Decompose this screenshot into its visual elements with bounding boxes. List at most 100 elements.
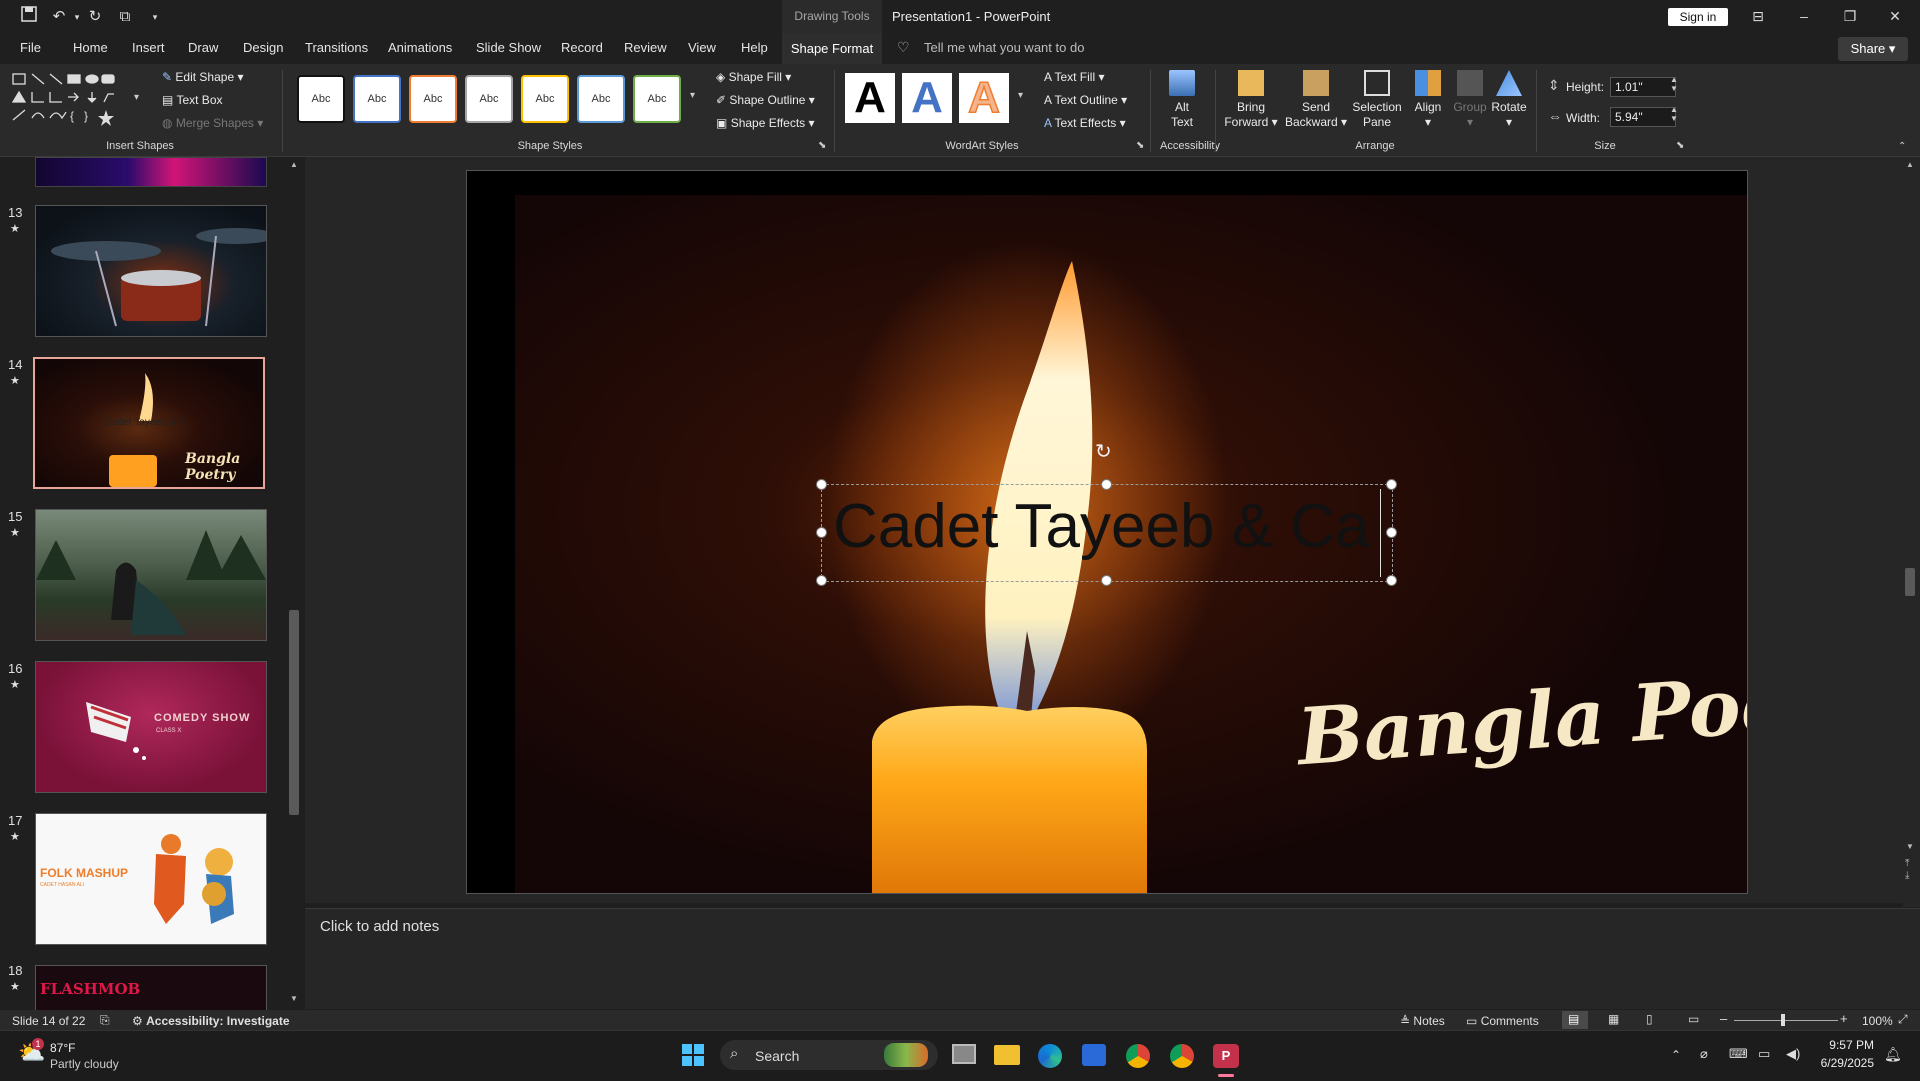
clock-time[interactable]: 9:57 PM	[1816, 1038, 1874, 1052]
chrome-profile-icon[interactable]	[1170, 1044, 1194, 1068]
slide-scrollbar[interactable]	[1903, 157, 1920, 907]
tab-animations[interactable]: Animations	[388, 40, 452, 55]
width-spinner[interactable]: ▲ ▼	[1670, 105, 1678, 123]
selection-pane-button[interactable]: Selection Pane	[1350, 70, 1404, 130]
shape-effects-button[interactable]: ▣ Shape Effects ▾	[716, 116, 815, 130]
shape-style-swatch-4[interactable]: Abc	[465, 75, 513, 123]
resize-handle-top-left[interactable]	[816, 479, 827, 490]
text-fill-button[interactable]: A Text Fill ▾	[1044, 70, 1105, 84]
wordart-style-black[interactable]: A	[845, 73, 895, 123]
chrome-icon[interactable]	[1126, 1044, 1150, 1068]
tab-draw[interactable]: Draw	[188, 40, 218, 55]
close-button[interactable]: ✕	[1875, 4, 1915, 28]
prev-next-slide-icon[interactable]: ⤒ ⤓	[1905, 858, 1909, 882]
tell-me-search[interactable]: Tell me what you want to do	[924, 40, 1084, 55]
language-icon[interactable]: ⌨	[1729, 1046, 1748, 1062]
tab-slide-show[interactable]: Slide Show	[476, 40, 541, 55]
thumbnail-scrollbar[interactable]	[288, 157, 302, 1010]
notes-toggle-button[interactable]: ≜ Notes	[1400, 1014, 1445, 1028]
resize-handle-top-right[interactable]	[1386, 479, 1397, 490]
comments-button[interactable]: ▭ Comments	[1466, 1014, 1539, 1028]
resize-handle-bottom-left[interactable]	[816, 575, 827, 586]
scroll-up-icon[interactable]: ▲	[290, 160, 298, 169]
tab-view[interactable]: View	[688, 40, 716, 55]
alt-text-button[interactable]: Alt Text	[1160, 70, 1204, 130]
shapes-more-icon[interactable]: ▾	[134, 92, 139, 103]
wordart-more-icon[interactable]: ▾	[1018, 90, 1023, 101]
text-effects-button[interactable]: A Text Effects ▾	[1044, 116, 1126, 130]
shape-style-swatch-1[interactable]: Abc	[297, 75, 345, 123]
powerpoint-icon[interactable]: P	[1213, 1044, 1239, 1068]
edit-shape-button[interactable]: ✎ Edit Shape ▾	[162, 70, 243, 84]
start-from-beginning-icon[interactable]: ⧉	[114, 6, 136, 28]
zoom-slider-track[interactable]	[1734, 1020, 1838, 1021]
slide-thumbnail-18[interactable]: FLASHMOB	[35, 965, 267, 1011]
notes-pane[interactable]	[305, 908, 1920, 1009]
wordart-launcher-icon[interactable]: ⬊	[1136, 140, 1144, 151]
wordart-style-blue[interactable]: A	[902, 73, 952, 123]
tab-file[interactable]: File	[20, 40, 41, 55]
slide-sorter-icon[interactable]: ▦	[1608, 1012, 1619, 1026]
save-icon[interactable]	[18, 6, 40, 28]
tab-shape-format[interactable]: Shape Format	[782, 34, 882, 64]
resize-handle-bottom[interactable]	[1101, 575, 1112, 586]
wordart-style-orange-outline[interactable]: A	[959, 72, 1009, 123]
scroll-down-icon[interactable]: ▼	[290, 994, 298, 1003]
shapes-gallery[interactable]: {}	[10, 70, 130, 132]
tab-record[interactable]: Record	[561, 40, 603, 55]
slide-show-icon[interactable]: ▭	[1688, 1012, 1699, 1026]
ribbon-display-icon[interactable]: ⊟	[1738, 4, 1778, 28]
tab-home[interactable]: Home	[73, 40, 108, 55]
resize-handle-right[interactable]	[1386, 527, 1397, 538]
thumbnail-scroll-thumb[interactable]	[289, 610, 299, 815]
slide-thumbnail-14[interactable]: Cadet Tayeeb & C Bangla Poetry	[33, 357, 265, 489]
meet-now-icon[interactable]: ⌀	[1700, 1046, 1708, 1062]
shape-style-swatch-2[interactable]: Abc	[353, 75, 401, 123]
tab-design[interactable]: Design	[243, 40, 283, 55]
tab-review[interactable]: Review	[624, 40, 667, 55]
shape-style-swatch-3[interactable]: Abc	[409, 75, 457, 123]
file-explorer-icon[interactable]	[994, 1045, 1020, 1065]
merge-shapes-button[interactable]: ◍ Merge Shapes ▾	[162, 116, 263, 130]
shape-outline-button[interactable]: ✐ Shape Outline ▾	[716, 93, 815, 107]
shape-styles-more-icon[interactable]: ▾	[690, 90, 695, 101]
rotate-button[interactable]: Rotate ▾	[1488, 70, 1530, 130]
slide-scroll-up-icon[interactable]: ▲	[1906, 160, 1914, 169]
slide-thumbnail-13[interactable]	[35, 205, 276, 337]
accessibility-status[interactable]: ⚙ Accessibility: Investigate	[132, 1014, 290, 1028]
minimize-button[interactable]: –	[1784, 4, 1824, 28]
resize-handle-bottom-right[interactable]	[1386, 575, 1397, 586]
network-icon[interactable]: ▭	[1758, 1046, 1770, 1062]
edge-icon[interactable]	[1038, 1044, 1062, 1068]
slide-thumbnail-17[interactable]: FOLK MASHUP CADET HASAN ALI	[35, 813, 267, 945]
tab-insert[interactable]: Insert	[132, 40, 165, 55]
sign-in-button[interactable]: Sign in	[1668, 8, 1728, 26]
notes-placeholder[interactable]: Click to add notes	[320, 918, 439, 935]
fit-to-window-icon[interactable]: ⤢	[1898, 1012, 1908, 1027]
height-input[interactable]: 1.01"	[1610, 77, 1676, 97]
tab-help[interactable]: Help	[741, 40, 768, 55]
height-spinner[interactable]: ▲ ▼	[1670, 75, 1678, 93]
send-backward-button[interactable]: Send Backward ▾	[1283, 70, 1349, 130]
reading-view-icon[interactable]: ▯	[1646, 1012, 1653, 1026]
slide-thumbnail-12[interactable]	[35, 157, 267, 187]
slide-thumbnail-15[interactable]	[35, 509, 267, 641]
align-button[interactable]: Align ▾	[1408, 70, 1448, 130]
clock-date[interactable]: 6/29/2025	[1810, 1056, 1874, 1070]
slide-scroll-down-icon[interactable]: ▼	[1906, 842, 1914, 851]
shape-style-swatch-7[interactable]: Abc	[633, 75, 681, 123]
zoom-in-icon[interactable]: +	[1840, 1011, 1848, 1026]
shape-styles-launcher-icon[interactable]: ⬊	[818, 140, 826, 151]
text-outline-button[interactable]: A Text Outline ▾	[1044, 93, 1127, 107]
restore-button[interactable]: ❐	[1830, 4, 1870, 28]
text-box-button[interactable]: ▤ Text Box	[162, 93, 223, 107]
microsoft-store-icon[interactable]	[1082, 1044, 1106, 1066]
task-view-icon[interactable]	[952, 1044, 976, 1064]
width-input[interactable]: 5.94"	[1610, 107, 1676, 127]
zoom-out-icon[interactable]: –	[1720, 1011, 1727, 1026]
tab-transitions[interactable]: Transitions	[305, 40, 368, 55]
resize-handle-left[interactable]	[816, 527, 827, 538]
slide-thumbnail-16[interactable]: COMEDY SHOW CLASS X	[35, 661, 267, 793]
notification-bell-icon[interactable]: 🔔︎	[1884, 1046, 1902, 1063]
collapse-ribbon-icon[interactable]: ⌃	[1898, 141, 1906, 152]
